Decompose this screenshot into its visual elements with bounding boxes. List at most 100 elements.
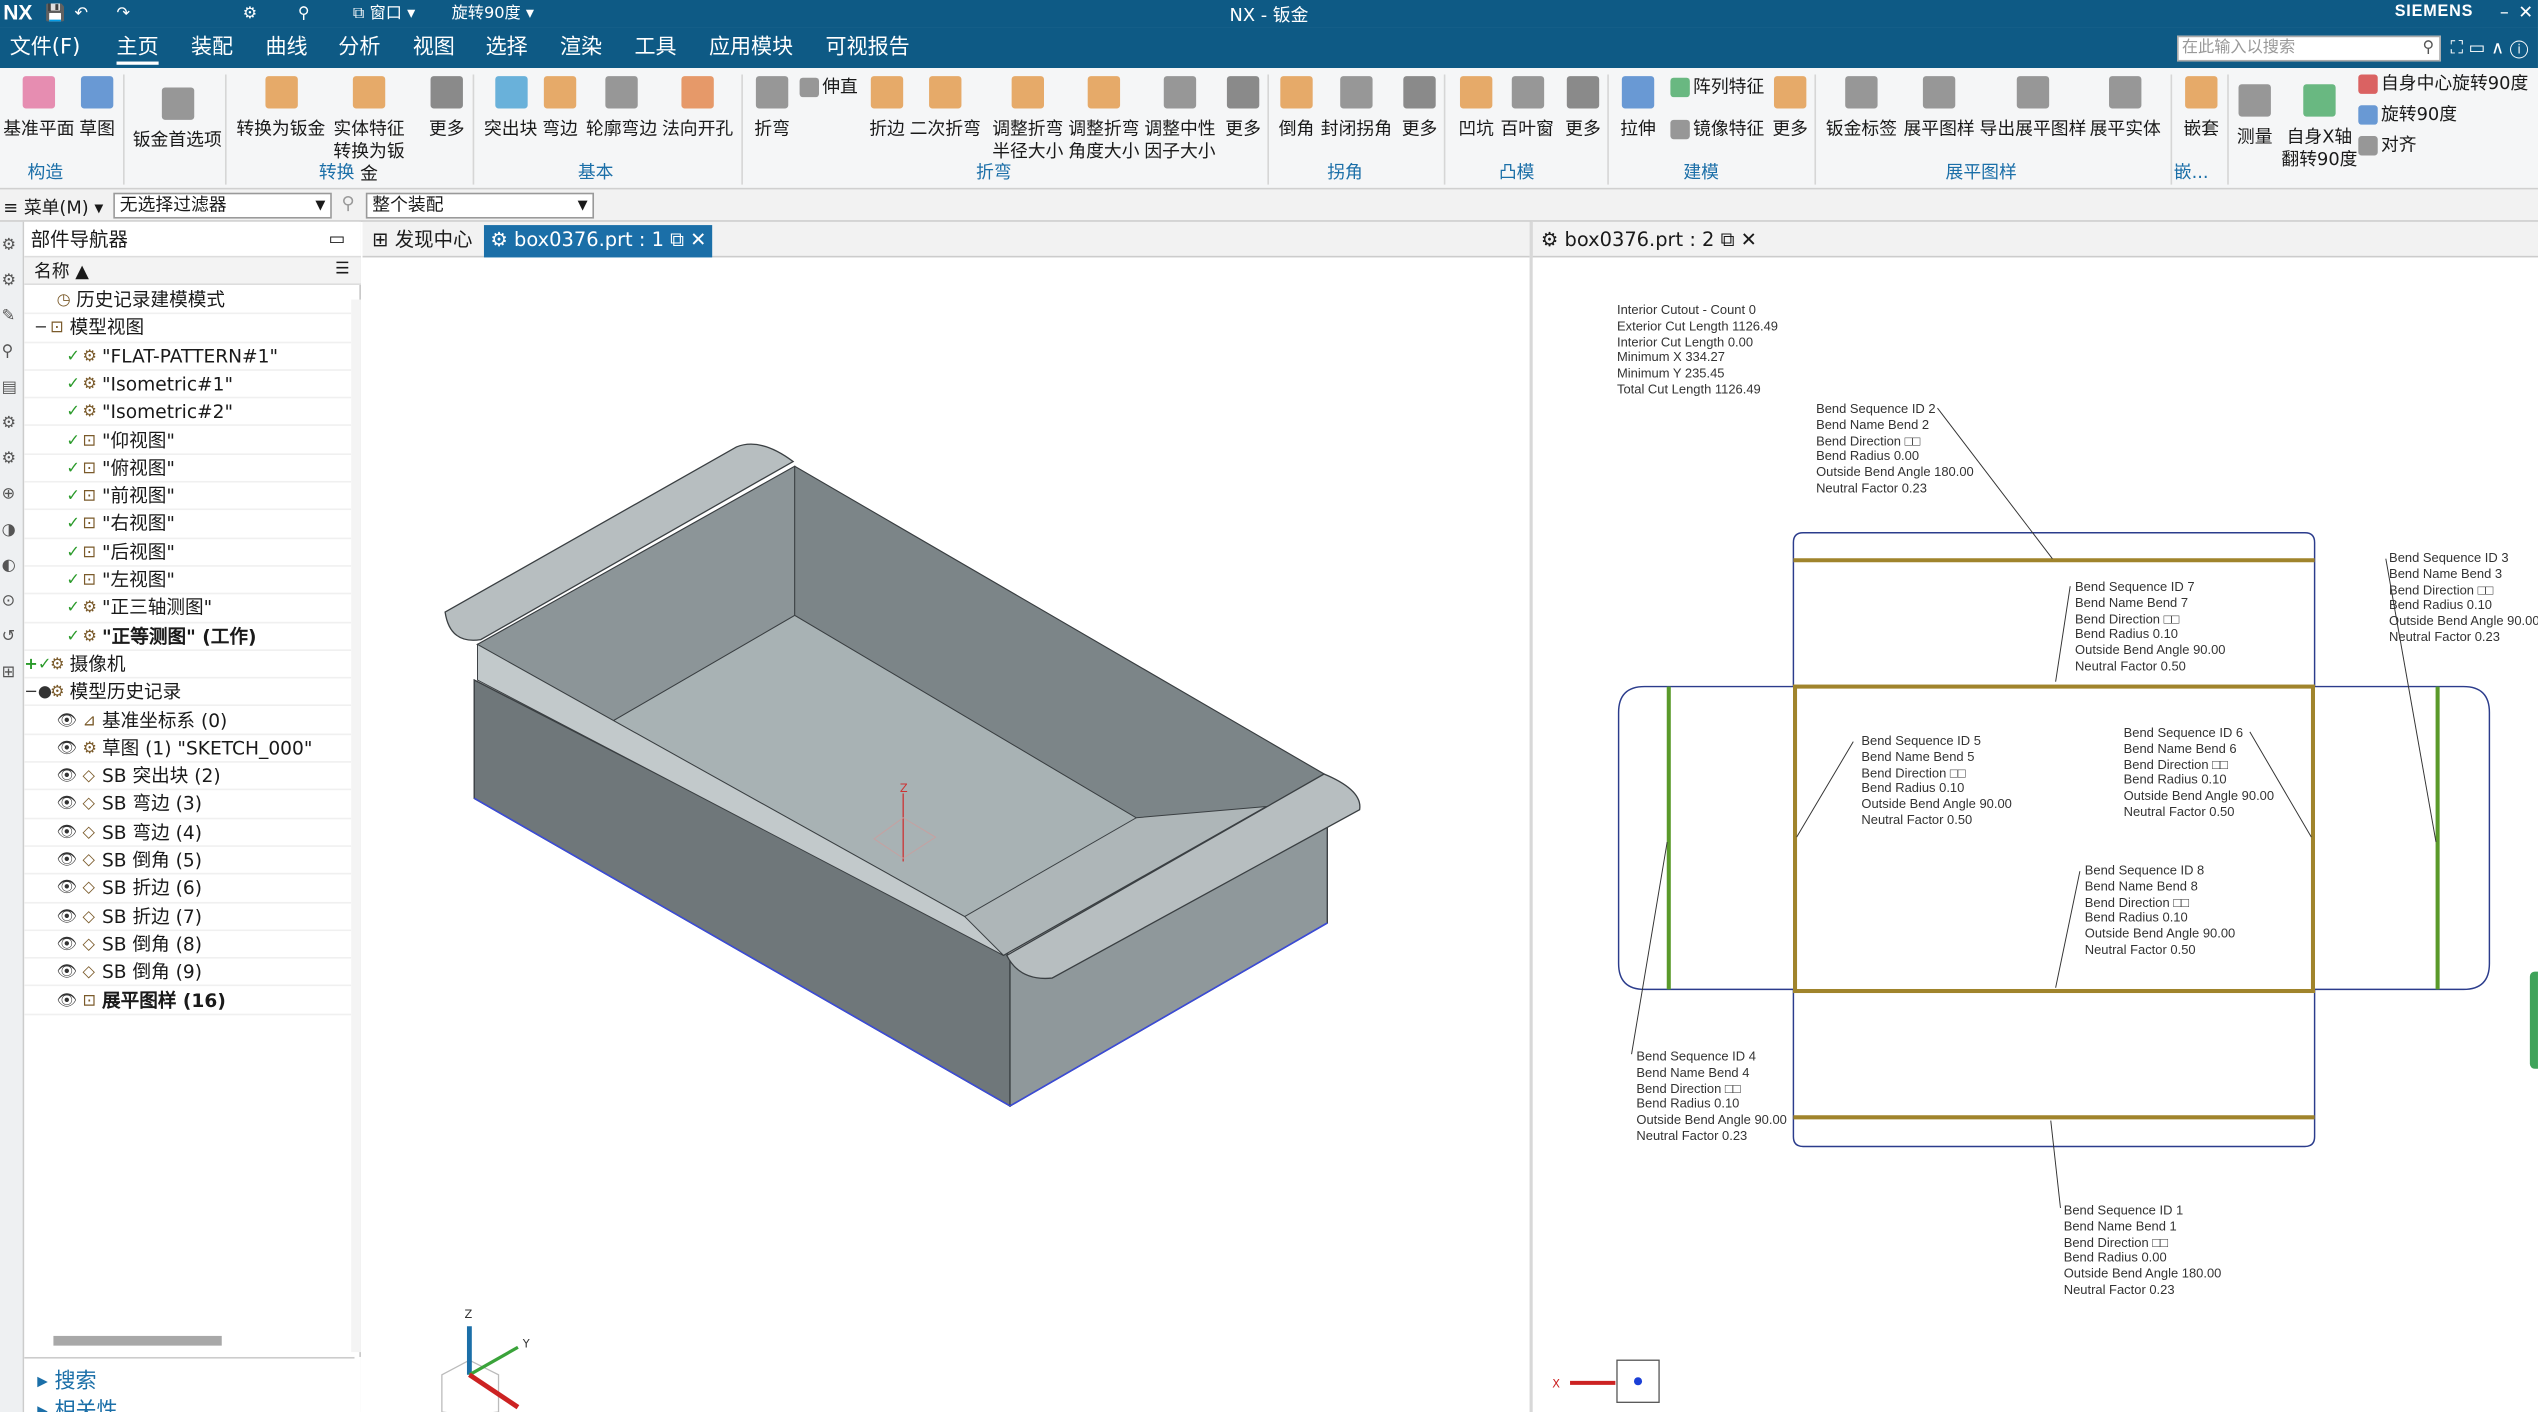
navigator-node[interactable]: ◷ 历史记录建模模式	[24, 287, 352, 315]
navigator-node[interactable]: 👁 ⊡ 展平图样 (16)	[24, 987, 352, 1015]
dimple-button[interactable]: 凹坑	[1458, 76, 1494, 141]
unbend-button[interactable]: 伸直	[799, 76, 858, 99]
measure-button[interactable]: 测量	[2237, 84, 2273, 149]
check-icon[interactable]: ✓	[66, 399, 80, 427]
navigator-node[interactable]: ✓ ⊡ "左视图"	[24, 567, 352, 595]
side-handle[interactable]	[2529, 971, 2538, 1069]
tab-discover[interactable]: ⊞ 发现中心	[366, 225, 479, 257]
check-icon[interactable]: ✓	[66, 567, 80, 595]
contour-flange-button[interactable]: 轮廓弯边	[586, 76, 657, 141]
navigator-vscroll[interactable]	[351, 299, 361, 1353]
selection-filter-dropdown[interactable]: 无选择过滤器 ▼	[113, 192, 332, 219]
navigator-node[interactable]: 👁 ◇ SB 折边 (6)	[24, 875, 352, 903]
ribbon-controls[interactable]: ⛶ ▭ ∧ ⓘ	[2451, 37, 2528, 60]
visibility-icon[interactable]: 👁	[57, 819, 78, 847]
visibility-icon[interactable]: 👁	[57, 763, 78, 791]
visibility-icon[interactable]: 👁	[57, 987, 78, 1015]
export-flat-pattern-button[interactable]: 导出展平图样	[1980, 76, 2086, 141]
visibility-icon[interactable]: 👁	[57, 735, 78, 763]
viewport-3d[interactable]: Z Z Y	[364, 257, 1528, 1412]
more-corner-button[interactable]: 更多	[1402, 76, 1437, 141]
tab-doc2[interactable]: ⚙ box0376.prt : 2 ⧉ ✕	[1534, 225, 1763, 257]
column-options-icon[interactable]: ☰	[335, 261, 350, 279]
navigator-node[interactable]: ✓ ⚙ "正三轴测图"	[24, 595, 352, 623]
column-header-name[interactable]: 名称 ▲	[24, 257, 361, 285]
tab-block-button[interactable]: 突出块	[484, 76, 537, 141]
menu-button[interactable]: ≡ 菜单(M) ▾	[3, 194, 103, 220]
navigator-node[interactable]: ✓ ⊡ "后视图"	[24, 539, 352, 567]
closed-corner-button[interactable]: 封闭拐角	[1321, 76, 1392, 141]
navigator-node[interactable]: +✓ ⚙ 摄像机	[24, 651, 352, 679]
hem-flange-button[interactable]: 折边	[869, 76, 905, 141]
navigator-node[interactable]: 👁 ◇ SB 弯边 (4)	[24, 819, 352, 847]
tab-tools[interactable]: 工具	[634, 34, 676, 62]
sheet-metal-prefs-button[interactable]: 钣金首选项	[133, 87, 222, 152]
check-icon[interactable]: ✓	[66, 343, 80, 371]
navigator-node[interactable]: ✓ ⚙ "Isometric#1"	[24, 371, 352, 399]
tab-doc1[interactable]: ⚙ box0376.prt : 1 ⧉ ✕	[483, 225, 713, 258]
tab-reports[interactable]: 可视报告	[825, 34, 909, 62]
check-icon[interactable]: ✓	[66, 539, 80, 567]
convert-to-sheet-metal-button[interactable]: 转换为钣金	[236, 76, 325, 141]
break-corner-button[interactable]: 倒角	[1279, 76, 1314, 141]
navigator-node[interactable]: ✓ ⚙ "FLAT-PATTERN#1"	[24, 343, 352, 371]
tab-assembly[interactable]: 装配	[191, 34, 233, 62]
navigator-node[interactable]: 👁 ⊿ 基准坐标系 (0)	[24, 707, 352, 735]
navigator-node[interactable]: 👁 ⚙ 草图 (1) "SKETCH_000"	[24, 735, 352, 763]
navigator-node[interactable]: 👁 ◇ SB 倒角 (8)	[24, 931, 352, 959]
navigator-node[interactable]: −● ⚙ 模型历史记录	[24, 679, 352, 707]
resize-bend-radius-button[interactable]: 调整折弯半径大小	[989, 76, 1067, 163]
rotate-center-90-button[interactable]: 自身中心旋转90度	[2358, 73, 2528, 96]
tab-select[interactable]: 选择	[486, 34, 528, 62]
command-search-input[interactable]: 在此输入以搜索 ⚲	[2177, 35, 2441, 62]
search-panel[interactable]: ▸ 搜索	[37, 1363, 96, 1394]
visibility-icon[interactable]: −●	[24, 679, 52, 707]
navigator-node[interactable]: ✓ ⊡ "仰视图"	[24, 427, 352, 455]
tab-render[interactable]: 渲染	[560, 34, 602, 62]
file-menu[interactable]: 文件(F)	[10, 34, 81, 62]
flat-solid-button[interactable]: 展平实体	[2090, 76, 2161, 141]
resize-neutral-factor-button[interactable]: 调整中性因子大小	[1141, 76, 1219, 163]
resize-bend-angle-button[interactable]: 调整折弯角度大小	[1065, 76, 1143, 163]
sketch-button[interactable]: 草图	[79, 76, 115, 141]
check-icon[interactable]: ✓	[66, 623, 80, 651]
check-icon[interactable]: ✓	[66, 483, 80, 511]
visibility-icon[interactable]: 👁	[57, 875, 78, 903]
dependencies-panel[interactable]: ▸ 相关性	[37, 1393, 117, 1412]
mirror-feature-button[interactable]: 镜像特征	[1670, 118, 1764, 141]
extrude-button[interactable]: 拉伸	[1620, 76, 1656, 141]
flat-pattern-button[interactable]: 展平图样	[1903, 76, 1975, 141]
pattern-feature-button[interactable]: 阵列特征	[1670, 76, 1764, 99]
tab-analysis[interactable]: 分析	[338, 34, 380, 62]
check-icon[interactable]: ✓	[66, 511, 80, 539]
tab-home[interactable]: 主页	[116, 34, 159, 65]
more-modeling-button[interactable]: 更多	[1772, 76, 1808, 141]
check-icon[interactable]: +✓	[24, 651, 51, 679]
resource-bar-icons[interactable]: ⚙ ⚙ ✎ ⚲ ▤ ⚙ ⚙ ⊕ ◑ ◐ ⊙ ↺ ⊞	[2, 228, 17, 691]
close-icon[interactable]: ✕	[2518, 2, 2533, 23]
flange-button[interactable]: 弯边	[542, 76, 578, 141]
selection-scope-dropdown[interactable]: 整个装配 ▼	[365, 192, 595, 219]
visibility-icon[interactable]: 👁	[57, 903, 78, 931]
box-model[interactable]: Z	[364, 257, 1528, 1412]
navigator-hscrollbar[interactable]	[53, 1335, 222, 1346]
nest-button[interactable]: 嵌套	[2183, 76, 2219, 141]
navigator-node[interactable]: 👁 ◇ SB 突出块 (2)	[24, 763, 352, 791]
more-punch-button[interactable]: 更多	[1565, 76, 1601, 141]
maximize-icon[interactable]: ▭	[329, 228, 346, 249]
rotate-90-button[interactable]: 旋转90度	[2358, 104, 2457, 127]
align-button[interactable]: 对齐	[2358, 134, 2417, 157]
navigator-node[interactable]: 👁 ◇ SB 弯边 (3)	[24, 791, 352, 819]
visibility-icon[interactable]: 👁	[57, 707, 78, 735]
check-icon[interactable]: ✓	[66, 427, 80, 455]
sheet-metal-label-button[interactable]: 钣金标签	[1826, 76, 1897, 141]
view-triad[interactable]: Z Y	[429, 1302, 558, 1412]
tab-curve[interactable]: 曲线	[265, 34, 307, 62]
navigator-node[interactable]: ✓ ⊡ "右视图"	[24, 511, 352, 539]
joggle-button[interactable]: 二次折弯	[910, 76, 981, 141]
restore-icon[interactable]: –	[2500, 2, 2509, 23]
louver-button[interactable]: 百叶窗	[1500, 76, 1554, 141]
visibility-icon[interactable]: 👁	[57, 959, 78, 987]
check-icon[interactable]: ✓	[66, 595, 80, 623]
tab-applications[interactable]: 应用模块	[709, 34, 793, 62]
